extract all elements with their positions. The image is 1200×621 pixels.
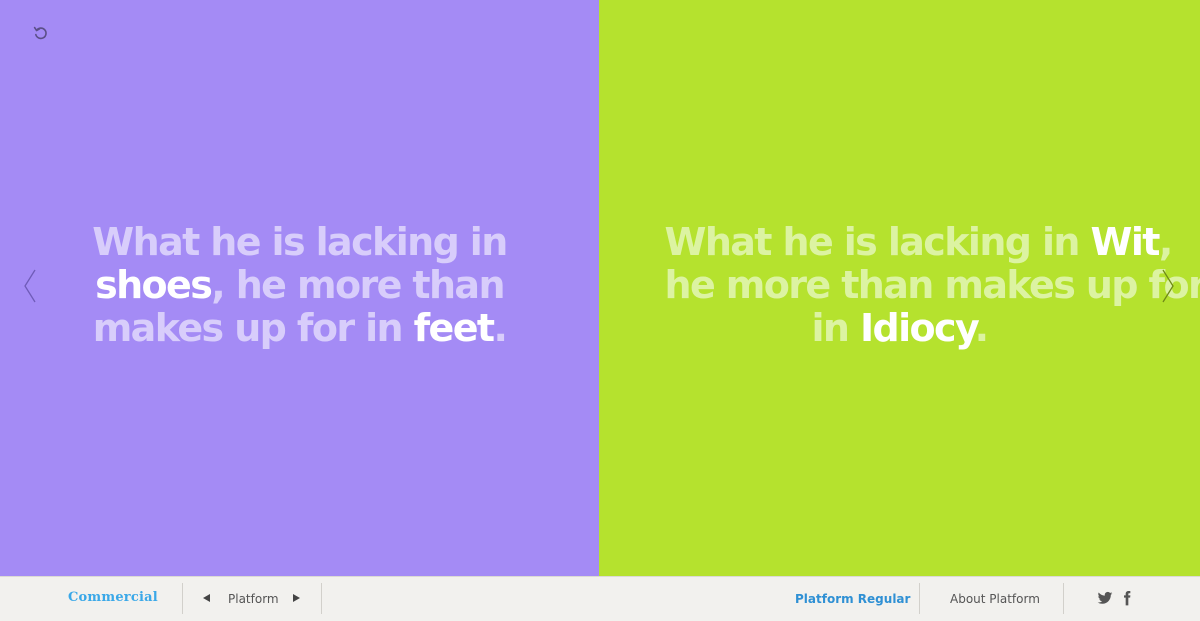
divider (919, 583, 920, 614)
about-link[interactable]: About Platform (950, 592, 1040, 606)
font-style-link[interactable]: Platform Regular (795, 592, 910, 606)
font-family-label: Platform (228, 592, 279, 606)
reset-icon[interactable] (32, 24, 50, 42)
triangle-left-icon[interactable] (202, 593, 212, 603)
quote-line: in Idiocy. (811, 306, 989, 350)
facebook-icon[interactable] (1119, 590, 1135, 606)
highlight-word: feet (413, 306, 495, 350)
highlight-word: shoes (95, 263, 213, 307)
quote-line: makes up for in feet. (92, 306, 508, 350)
highlight-word: Idiocy (859, 306, 976, 350)
divider (182, 583, 183, 614)
quote-line: What he is lacking in Wit, (664, 220, 1174, 264)
chevron-left-icon[interactable] (22, 268, 38, 304)
chevron-right-icon[interactable] (1160, 268, 1176, 304)
right-quote: What he is lacking in Wit, he more than … (664, 220, 1200, 350)
twitter-icon[interactable] (1097, 590, 1113, 606)
divider (1063, 583, 1064, 614)
brand-link[interactable]: Commercial (68, 590, 158, 605)
right-specimen-panel: What he is lacking in Wit, he more than … (599, 0, 1200, 576)
quote-line: he more than makes up for (664, 263, 1200, 307)
specimen-stage: What he is lacking in shoes, he more tha… (0, 0, 1200, 576)
quote-line: What he is lacking in (92, 220, 508, 264)
triangle-right-icon[interactable] (291, 593, 301, 603)
left-specimen-panel: What he is lacking in shoes, he more tha… (0, 0, 599, 576)
quote-line: shoes, he more than (95, 263, 505, 307)
left-quote: What he is lacking in shoes, he more tha… (90, 221, 510, 350)
divider (321, 583, 322, 614)
highlight-word: Wit (1090, 220, 1161, 264)
footer-bar: Commercial Platform Platform Regular Abo… (0, 576, 1200, 621)
